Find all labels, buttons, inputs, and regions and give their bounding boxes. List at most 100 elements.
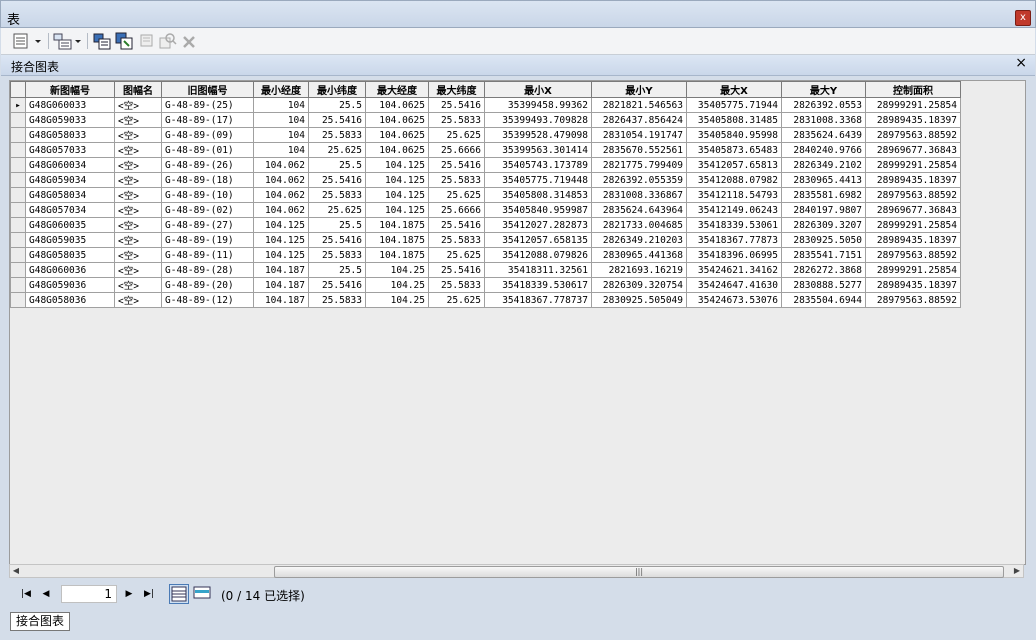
table-cell[interactable]: 35405808.31485: [686, 112, 782, 128]
table-cell[interactable]: 104.25: [365, 262, 429, 278]
table-row[interactable]: G48G058034 <空> G-48-89-(10) 104.062 25.5833 1…: [10, 187, 961, 203]
scroll-left-icon[interactable]: ◀: [10, 565, 22, 577]
table-cell[interactable]: G48G058036: [25, 292, 115, 308]
table-cell[interactable]: 35418396.06995: [686, 247, 782, 263]
table-cell[interactable]: G-48-89-(25): [161, 97, 254, 113]
table-cell[interactable]: 28979563.88592: [865, 127, 961, 143]
bottom-table-tab[interactable]: 接合图表: [10, 612, 70, 631]
table-cell[interactable]: 35412118.54793: [686, 187, 782, 203]
table-cell[interactable]: G-48-89-(01): [161, 142, 254, 158]
row-selector[interactable]: [10, 142, 26, 158]
column-header[interactable]: 新图幅号: [25, 81, 115, 98]
table-cell[interactable]: 35399458.99362: [484, 97, 592, 113]
table-cell[interactable]: G48G060035: [25, 217, 115, 233]
table-cell[interactable]: 25.5416: [428, 157, 485, 173]
table-cell[interactable]: 2830925.505049: [591, 292, 687, 308]
table-cell[interactable]: 2821733.004685: [591, 217, 687, 233]
table-cell[interactable]: G-48-89-(28): [161, 262, 254, 278]
table-cell[interactable]: <空>: [114, 232, 162, 248]
table-cell[interactable]: 25.5: [308, 157, 366, 173]
table-cell[interactable]: G-48-89-(02): [161, 202, 254, 218]
table-cell[interactable]: 35424621.34162: [686, 262, 782, 278]
table-cell[interactable]: G-48-89-(11): [161, 247, 254, 263]
table-cell[interactable]: <空>: [114, 187, 162, 203]
table-cell[interactable]: 35412027.282873: [484, 217, 592, 233]
table-row[interactable]: G48G059034 <空> G-48-89-(18) 104.062 25.5416 1…: [10, 172, 961, 188]
show-all-records-icon[interactable]: [169, 584, 189, 604]
table-cell[interactable]: 2835624.643964: [591, 202, 687, 218]
table-row[interactable]: ▸ G48G060033 <空> G-48-89-(25) 104 25.5 104.062…: [10, 97, 961, 113]
table-cell[interactable]: 25.6666: [428, 202, 485, 218]
related-tables-icon[interactable]: [53, 32, 83, 50]
table-row[interactable]: G48G057034 <空> G-48-89-(02) 104.062 25.625 10…: [10, 202, 961, 218]
table-cell[interactable]: 104.062: [253, 187, 309, 203]
table-cell[interactable]: 104: [253, 112, 309, 128]
table-cell[interactable]: G-48-89-(09): [161, 127, 254, 143]
table-cell[interactable]: 35405808.314853: [484, 187, 592, 203]
table-cell[interactable]: 25.625: [428, 127, 485, 143]
table-cell[interactable]: 104.1875: [365, 247, 429, 263]
select-by-attributes-icon[interactable]: [93, 32, 111, 50]
table-cell[interactable]: G-48-89-(17): [161, 112, 254, 128]
table-cell[interactable]: 104.0625: [365, 112, 429, 128]
table-cell[interactable]: 28989435.18397: [865, 112, 961, 128]
table-cell[interactable]: G48G057033: [25, 142, 115, 158]
table-cell[interactable]: 35418311.32561: [484, 262, 592, 278]
table-cell[interactable]: 35418367.77873: [686, 232, 782, 248]
table-cell[interactable]: 25.5833: [428, 112, 485, 128]
table-cell[interactable]: 2826392.055359: [591, 172, 687, 188]
table-cell[interactable]: 2840197.9807: [781, 202, 866, 218]
column-header[interactable]: 最小Y: [591, 81, 687, 98]
table-cell[interactable]: 35405840.95998: [686, 127, 782, 143]
table-cell[interactable]: 35412057.658135: [484, 232, 592, 248]
table-cell[interactable]: 2835541.7151: [781, 247, 866, 263]
table-cell[interactable]: 28969677.36843: [865, 202, 961, 218]
column-header[interactable]: 控制面积: [865, 81, 961, 98]
table-row[interactable]: G48G058033 <空> G-48-89-(09) 104 25.5833 104.0…: [10, 127, 961, 143]
table-cell[interactable]: 25.5833: [428, 232, 485, 248]
table-cell[interactable]: 2826272.3868: [781, 262, 866, 278]
table-cell[interactable]: 28999291.25854: [865, 157, 961, 173]
table-cell[interactable]: 25.5833: [308, 247, 366, 263]
table-cell[interactable]: 104.062: [253, 172, 309, 188]
table-cell[interactable]: 104.1875: [365, 232, 429, 248]
table-cell[interactable]: G48G057034: [25, 202, 115, 218]
table-cell[interactable]: 104.187: [253, 292, 309, 308]
table-cell[interactable]: 35405775.719448: [484, 172, 592, 188]
table-cell[interactable]: 104.187: [253, 277, 309, 293]
table-cell[interactable]: 35412057.65813: [686, 157, 782, 173]
next-record-icon[interactable]: ▶: [122, 587, 136, 601]
table-cell[interactable]: 25.5416: [428, 262, 485, 278]
table-cell[interactable]: G-48-89-(18): [161, 172, 254, 188]
table-cell[interactable]: <空>: [114, 172, 162, 188]
table-cell[interactable]: 104.125: [253, 232, 309, 248]
column-header[interactable]: 最小经度: [253, 81, 309, 98]
table-cell[interactable]: 104.062: [253, 202, 309, 218]
table-cell[interactable]: 35399563.301414: [484, 142, 592, 158]
table-cell[interactable]: 104: [253, 97, 309, 113]
scroll-right-icon[interactable]: ▶: [1011, 565, 1023, 577]
table-cell[interactable]: <空>: [114, 262, 162, 278]
table-cell[interactable]: <空>: [114, 277, 162, 293]
table-cell[interactable]: 104.125: [365, 157, 429, 173]
table-cell[interactable]: 2831054.191747: [591, 127, 687, 143]
table-cell[interactable]: 28989435.18397: [865, 277, 961, 293]
table-cell[interactable]: 25.5833: [428, 277, 485, 293]
table-cell[interactable]: 35412088.079826: [484, 247, 592, 263]
table-row[interactable]: G48G059035 <空> G-48-89-(19) 104.125 25.5416 1…: [10, 232, 961, 248]
table-cell[interactable]: 104.1875: [365, 217, 429, 233]
table-cell[interactable]: 25.5416: [428, 97, 485, 113]
table-cell[interactable]: 25.625: [428, 292, 485, 308]
table-cell[interactable]: 2831008.336867: [591, 187, 687, 203]
table-cell[interactable]: 35418339.53061: [686, 217, 782, 233]
table-cell[interactable]: 2830965.4413: [781, 172, 866, 188]
table-row[interactable]: G48G060034 <空> G-48-89-(26) 104.062 25.5 104.…: [10, 157, 961, 173]
table-cell[interactable]: 2830965.441368: [591, 247, 687, 263]
table-tab-title[interactable]: 接合图表: [11, 58, 59, 75]
table-cell[interactable]: 28999291.25854: [865, 97, 961, 113]
table-cell[interactable]: 25.625: [308, 202, 366, 218]
table-cell[interactable]: 35399528.479098: [484, 127, 592, 143]
table-cell[interactable]: 25.5: [308, 97, 366, 113]
table-cell[interactable]: 104.187: [253, 262, 309, 278]
scrollbar-thumb[interactable]: |||: [274, 566, 1004, 578]
